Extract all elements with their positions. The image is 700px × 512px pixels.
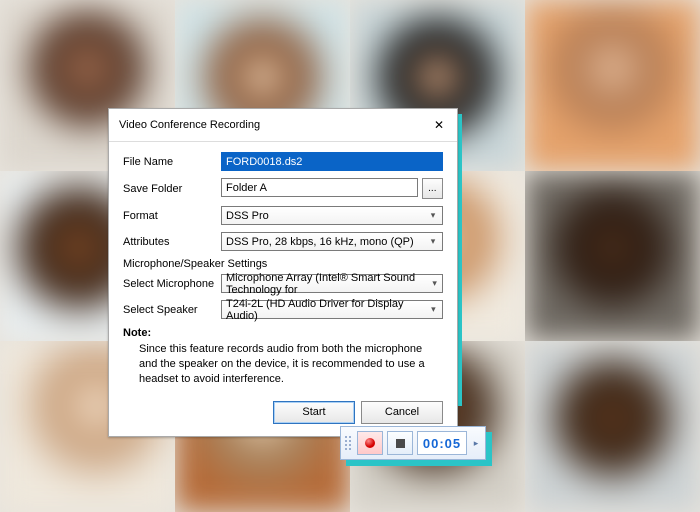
file-name-input[interactable] <box>221 152 443 171</box>
stop-button[interactable] <box>387 431 413 455</box>
format-select[interactable]: DSS Pro ▾ <box>221 206 443 225</box>
dialog-title: Video Conference Recording <box>119 119 260 131</box>
close-icon[interactable]: ✕ <box>427 115 451 135</box>
save-folder-label: Save Folder <box>123 183 221 195</box>
chevron-down-icon: ▾ <box>427 304 440 315</box>
note-text: Since this feature records audio from bo… <box>139 342 439 387</box>
attributes-select[interactable]: DSS Pro, 28 kbps, 16 kHz, mono (QP) ▾ <box>221 232 443 251</box>
select-microphone-label: Select Microphone <box>123 278 221 290</box>
chevron-down-icon: ▾ <box>429 278 440 289</box>
save-folder-input[interactable] <box>221 178 418 197</box>
microphone-speaker-section-header: Microphone/Speaker Settings <box>123 258 443 270</box>
recording-settings-dialog: Video Conference Recording ✕ File Name S… <box>108 108 458 437</box>
recording-time: 00:05 <box>417 431 467 455</box>
browse-button[interactable]: ... <box>422 178 443 199</box>
drag-handle-icon[interactable] <box>345 436 351 450</box>
chevron-down-icon: ▾ <box>426 236 440 247</box>
select-speaker-label: Select Speaker <box>123 304 221 316</box>
speaker-select[interactable]: T24i-2L (HD Audio Driver for Display Aud… <box>221 300 443 319</box>
file-name-label: File Name <box>123 156 221 168</box>
format-label: Format <box>123 210 221 222</box>
recorder-toolbar[interactable]: 00:05 ▸ <box>340 426 486 460</box>
attributes-label: Attributes <box>123 236 221 248</box>
record-button[interactable] <box>357 431 383 455</box>
note-heading: Note: <box>123 327 151 339</box>
stop-icon <box>396 439 405 448</box>
start-button[interactable]: Start <box>273 401 355 424</box>
cancel-button[interactable]: Cancel <box>361 401 443 424</box>
record-icon <box>365 438 375 448</box>
microphone-select[interactable]: Microphone Array (Intel® Smart Sound Tec… <box>221 274 443 293</box>
chevron-down-icon: ▾ <box>426 210 440 221</box>
expand-icon[interactable]: ▸ <box>471 438 481 449</box>
